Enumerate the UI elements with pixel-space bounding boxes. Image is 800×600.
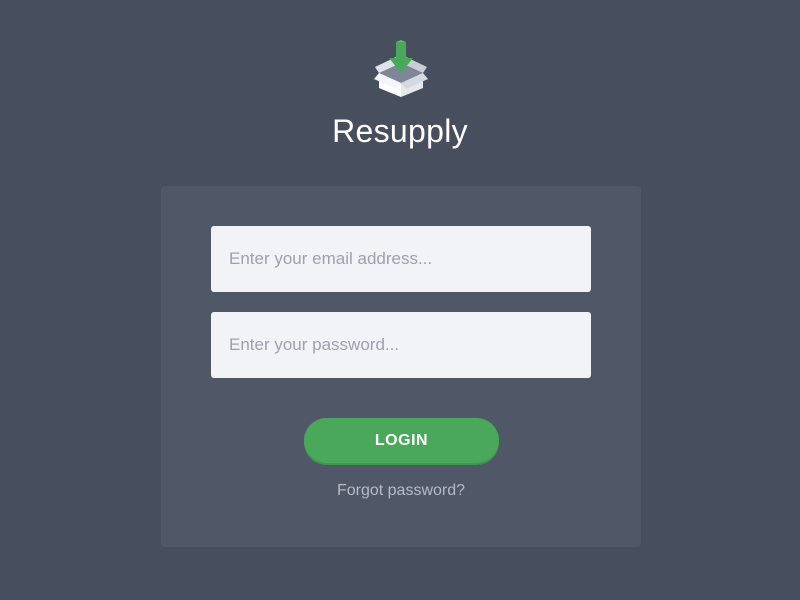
brand-name: Resupply <box>332 113 468 149</box>
box-download-icon <box>372 40 430 100</box>
password-input[interactable] <box>211 312 591 378</box>
login-page: Resupply LOGIN Forgot password? <box>0 0 800 600</box>
login-button[interactable]: LOGIN <box>304 418 499 463</box>
forgot-password-link[interactable]: Forgot password? <box>161 482 641 500</box>
email-input[interactable] <box>211 226 591 292</box>
login-card: LOGIN Forgot password? <box>161 186 641 547</box>
